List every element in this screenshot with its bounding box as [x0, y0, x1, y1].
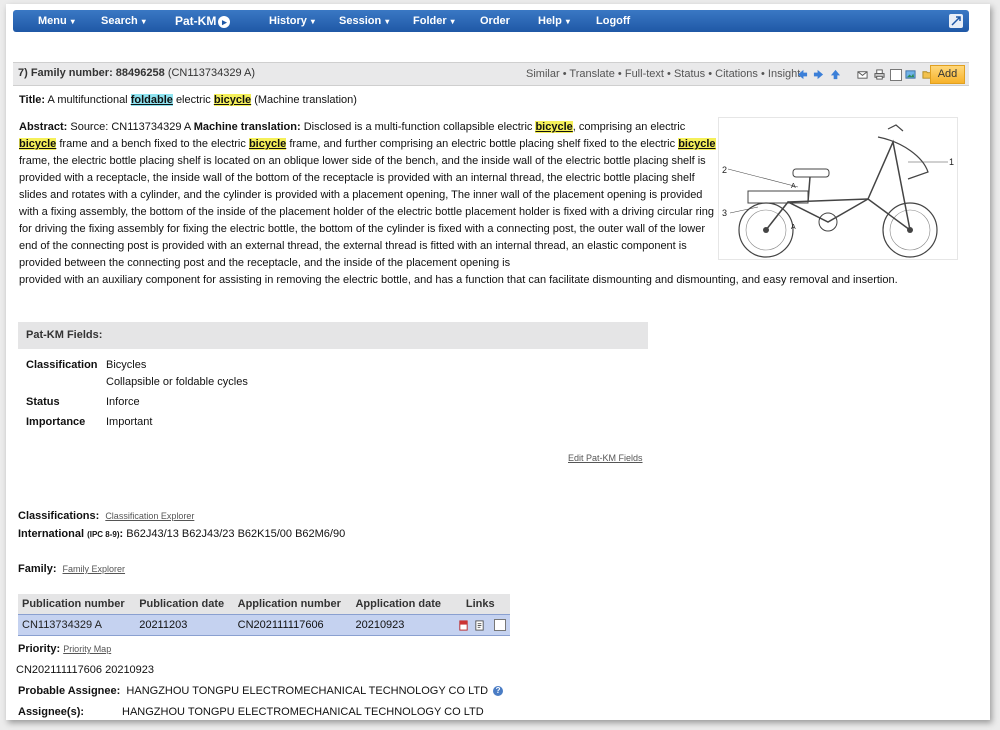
nav-history[interactable]: History ▾	[269, 10, 315, 32]
drawing-label-a: A	[791, 224, 796, 231]
edit-patkm-fields-link[interactable]: Edit Pat-KM Fields	[568, 453, 643, 463]
select-checkbox[interactable]	[890, 68, 903, 81]
separator: •	[562, 68, 567, 80]
link-similar[interactable]: Similar	[526, 68, 560, 80]
print-icon[interactable]	[874, 69, 885, 80]
keyword-highlight: bicycle	[213, 94, 252, 106]
link-insight[interactable]: Insight	[768, 68, 800, 80]
separator: •	[617, 68, 622, 80]
priority-value: CN202111117606 20210923	[16, 664, 155, 676]
nav-session[interactable]: Session ▾	[339, 10, 389, 32]
arrow-up-icon[interactable]	[830, 69, 841, 80]
link-citations[interactable]: Citations	[715, 68, 758, 80]
cell-publication-number[interactable]: CN113734329 A	[18, 614, 136, 636]
nav-search[interactable]: Search ▾	[101, 10, 146, 32]
top-navbar: Menu ▾ Search ▾ Pat-KM ▸ History ▾ Session ▾ …	[13, 10, 969, 32]
cell-publication-date: 20211203	[135, 614, 234, 636]
arrow-right-icon[interactable]	[813, 69, 824, 80]
image-icon[interactable]	[905, 69, 916, 80]
email-icon[interactable]	[857, 69, 868, 80]
nav-folder[interactable]: Folder ▾	[413, 10, 455, 32]
assignees: Assignee(s): HANGZHOU TONGPU ELECTROMECHA…	[18, 706, 484, 718]
row-checkbox[interactable]	[494, 619, 506, 632]
nav-menu[interactable]: Menu ▾	[38, 10, 75, 32]
cell-application-number: CN202111117606	[233, 614, 352, 636]
nav-logoff[interactable]: Logoff	[596, 10, 630, 32]
col-publication-number: Publication number	[18, 594, 136, 615]
classification-explorer-link[interactable]: Classification Explorer	[105, 511, 194, 521]
col-publication-date: Publication date	[135, 594, 234, 615]
help-icon[interactable]: ?	[493, 686, 504, 697]
drawing-label-1: 1	[949, 157, 954, 167]
link-full-text[interactable]: Full-text	[625, 68, 664, 80]
nav-order[interactable]: Order	[480, 10, 510, 32]
patkm-fields-header: Pat-KM Fields:	[18, 322, 648, 349]
separator: •	[708, 68, 713, 80]
separator: •	[667, 68, 671, 80]
cell-application-date: 20210923	[351, 614, 451, 636]
family-header: 7) Family number: 88496258 (CN113734329 …	[13, 62, 969, 86]
family-action-icons	[797, 67, 935, 81]
family-number: 7) Family number: 88496258 (CN113734329 …	[18, 67, 256, 79]
pat-km-logo[interactable]: Pat-KM ▸	[175, 13, 231, 29]
link-translate[interactable]: Translate	[569, 68, 614, 80]
keyword-highlight: foldable	[130, 94, 173, 106]
document-icon[interactable]	[474, 620, 485, 631]
patkm-fields-title: Pat-KM Fields:	[26, 329, 103, 341]
drawing-label-2: 2	[722, 165, 727, 175]
abstract-text-tail: provided with an auxiliary component for…	[19, 274, 898, 286]
pdf-icon[interactable]	[458, 620, 469, 631]
priority-map-link[interactable]: Priority Map	[63, 644, 111, 654]
patent-title: Title: A multifunctional foldable electr…	[19, 94, 357, 106]
family-links: Similar • Translate • Full-text • Status…	[526, 68, 800, 80]
logo-arrow-icon: ▸	[218, 15, 231, 28]
probable-assignee: Probable Assignee: HANGZHOU TONGPU ELECT…	[18, 685, 504, 697]
cell-links	[450, 614, 510, 636]
priority-section: Priority: Priority Map	[18, 643, 112, 655]
drawing-label-3: 3	[722, 208, 727, 218]
international-classification: International (IPC 8-9): B62J43/13 B62J4…	[18, 528, 346, 540]
col-application-number: Application number	[233, 594, 352, 615]
add-button[interactable]: Add	[930, 65, 965, 84]
table-row[interactable]: CN113734329 A 20211203 CN202111117606 20…	[18, 614, 510, 636]
nav-help[interactable]: Help ▾	[538, 10, 570, 32]
separator: •	[760, 68, 765, 80]
expand-icon[interactable]	[949, 14, 963, 28]
arrow-left-icon[interactable]	[797, 69, 808, 80]
classifications-section: Classifications: Classification Explorer	[18, 510, 195, 522]
col-application-date: Application date	[351, 594, 451, 615]
family-section: Family: Family Explorer	[18, 563, 126, 575]
drawing-label-a: A	[791, 183, 796, 190]
family-explorer-link[interactable]: Family Explorer	[63, 564, 126, 574]
link-status[interactable]: Status	[674, 68, 705, 80]
patent-drawing[interactable]: 2 1 3 A A	[718, 117, 958, 260]
col-links: Links	[450, 594, 510, 615]
family-table: Publication number Publication date Appl…	[18, 594, 510, 636]
main-frame: Menu ▾ Search ▾ Pat-KM ▸ History ▾ Session ▾ …	[6, 4, 990, 720]
abstract-text: Abstract: Source: CN113734329 A Machine …	[19, 121, 716, 269]
